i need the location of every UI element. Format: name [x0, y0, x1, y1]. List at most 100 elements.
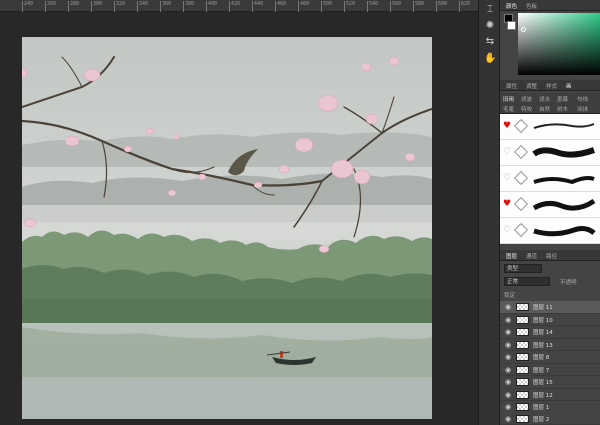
landscape-painting: [22, 37, 432, 419]
layer-row[interactable]: ◉ 图层 10: [500, 313, 600, 326]
photoshop-window: 240 260 280 300 320 340 360 380 400 420 …: [0, 0, 600, 425]
color-spectrum-field[interactable]: [518, 13, 600, 75]
brush-tab[interactable]: 滤波: [521, 95, 532, 103]
layer-name: 图层 13: [533, 342, 553, 349]
brush-preset-row[interactable]: ♡: [500, 166, 600, 192]
eye-icon[interactable]: ◉: [505, 378, 511, 386]
brush-preset-row[interactable]: ♡: [500, 140, 600, 166]
brush-tab[interactable]: 自然: [539, 105, 550, 113]
eye-icon[interactable]: ◉: [505, 415, 511, 423]
blend-mode-select[interactable]: 正常: [504, 277, 550, 286]
tab-properties[interactable]: 属性: [506, 82, 517, 90]
brush-tab[interactable]: 旧用: [503, 95, 514, 103]
tab-color[interactable]: 颜色: [506, 2, 517, 10]
brush-tab[interactable]: 特效: [521, 105, 532, 113]
layer-name: 图层 12: [533, 392, 553, 399]
ruler-tick: 540: [366, 1, 379, 12]
eye-icon[interactable]: ◉: [505, 341, 511, 349]
favorite-heart-icon[interactable]: ♡: [503, 174, 511, 183]
brush-tab[interactable]: 滤水: [539, 95, 550, 103]
opacity-label: 不透明: [560, 280, 577, 286]
ruler-tick: 420: [228, 1, 241, 12]
eye-icon[interactable]: ◉: [505, 353, 511, 361]
layer-row[interactable]: ◉ 图层 8: [500, 351, 600, 364]
brush-tab[interactable]: 墨幕: [557, 95, 568, 103]
layer-row[interactable]: ◉ 图层 11: [500, 301, 600, 314]
ruler-tick: 320: [113, 1, 126, 12]
brush-tip-icon: [513, 196, 529, 212]
gear-brush-icon[interactable]: ✺: [484, 20, 496, 32]
brush-tip-icon: [513, 118, 529, 134]
brush-category-row-2: 毛笔 特效 自然 树木 涂抹: [500, 103, 600, 114]
layer-name: 图层 1: [533, 405, 550, 411]
layer-row[interactable]: ◉ 图层 1: [500, 401, 600, 414]
favorite-heart-icon[interactable]: ♥: [503, 200, 511, 209]
tab-styles[interactable]: 样式: [546, 82, 557, 90]
text-cursor-icon[interactable]: ⌶: [484, 4, 496, 16]
layer-row[interactable]: ◉ 图层 15: [500, 376, 600, 389]
brush-tip-icon: [513, 170, 529, 186]
layer-row[interactable]: ◉ 图层 12: [500, 388, 600, 401]
brush-tab[interactable]: 树木: [557, 105, 568, 113]
tab-layers[interactable]: 图层: [506, 252, 517, 260]
layer-thumbnail: [516, 390, 529, 399]
brush-tip-icon: [513, 222, 529, 238]
brush-preset-row[interactable]: ♥: [500, 114, 600, 140]
layer-name: 图层 10: [533, 317, 553, 324]
eye-icon[interactable]: ◉: [505, 366, 511, 374]
favorite-heart-icon[interactable]: ♡: [503, 226, 511, 235]
color-picker-cursor[interactable]: [521, 27, 526, 32]
layer-filter-select[interactable]: 类型: [504, 264, 542, 273]
eye-icon[interactable]: ◉: [505, 391, 511, 399]
adjust-icon[interactable]: ⇆: [484, 36, 496, 48]
ruler-tick: 560: [389, 1, 402, 12]
favorite-heart-icon[interactable]: ♡: [503, 148, 511, 157]
brush-preset-row[interactable]: ♥: [500, 192, 600, 218]
layers-panel-tabs: 图层 通道 路径: [500, 250, 600, 261]
layer-blend-row: 正常 不透明: [500, 275, 600, 287]
layer-thumbnail: [516, 378, 529, 386]
layer-thumbnail: [516, 315, 529, 324]
layer-name: 图层 15: [533, 380, 553, 386]
canvas-workspace[interactable]: [0, 12, 478, 425]
tab-adjustments[interactable]: 调整: [526, 82, 537, 90]
panel-tool-strip: ⌶ ✺ ⇆ ✋: [478, 0, 500, 425]
layer-name: 图层 2: [533, 417, 550, 423]
eye-icon[interactable]: ◉: [505, 303, 511, 311]
layer-row[interactable]: ◉ 图层 13: [500, 338, 600, 351]
color-panel-tabs: 颜色 色板: [500, 0, 600, 11]
layer-row[interactable]: ◉ 图层 7: [500, 363, 600, 376]
layer-thumbnail: [516, 365, 529, 374]
eye-icon[interactable]: ◉: [505, 316, 511, 324]
eye-icon[interactable]: ◉: [505, 328, 511, 336]
layer-thumbnail: [516, 328, 529, 336]
brush-preset-row[interactable]: ♡: [500, 218, 600, 244]
brush-stroke-preview: [532, 198, 596, 211]
tab-paths[interactable]: 路径: [546, 252, 557, 260]
layer-row[interactable]: ◉ 图层 2: [500, 413, 600, 425]
ruler-tick: 440: [251, 1, 264, 12]
ruler-tick: 260: [44, 1, 57, 12]
brush-preset-list: ♥ ♡ ♡ ♥ ♡: [500, 114, 600, 244]
ruler-tick: 360: [159, 1, 172, 12]
background-color-swatch[interactable]: [507, 21, 516, 30]
brush-tab[interactable]: 句线: [577, 95, 588, 103]
eye-icon[interactable]: ◉: [505, 403, 511, 411]
hand-icon[interactable]: ✋: [484, 53, 496, 65]
brush-tab[interactable]: 涂抹: [577, 105, 588, 113]
brush-stroke-preview: [533, 226, 596, 237]
layer-filter-row: 类型: [500, 262, 600, 274]
layer-thumbnail: [516, 340, 529, 349]
ruler-tick: 460: [274, 1, 287, 12]
layer-thumbnail: [516, 403, 529, 411]
lock-label: 锁定: [504, 293, 516, 299]
layer-name: 图层 11: [533, 305, 553, 311]
favorite-heart-icon[interactable]: ♥: [503, 122, 511, 131]
ruler-tick: 280: [67, 1, 80, 12]
tab-brush[interactable]: 画: [566, 82, 572, 90]
brush-tab[interactable]: 毛笔: [503, 105, 514, 113]
tab-swatches[interactable]: 色板: [526, 2, 537, 10]
document-canvas[interactable]: [22, 37, 432, 419]
tab-channels[interactable]: 通道: [526, 252, 537, 260]
layer-row[interactable]: ◉ 图层 14: [500, 326, 600, 339]
